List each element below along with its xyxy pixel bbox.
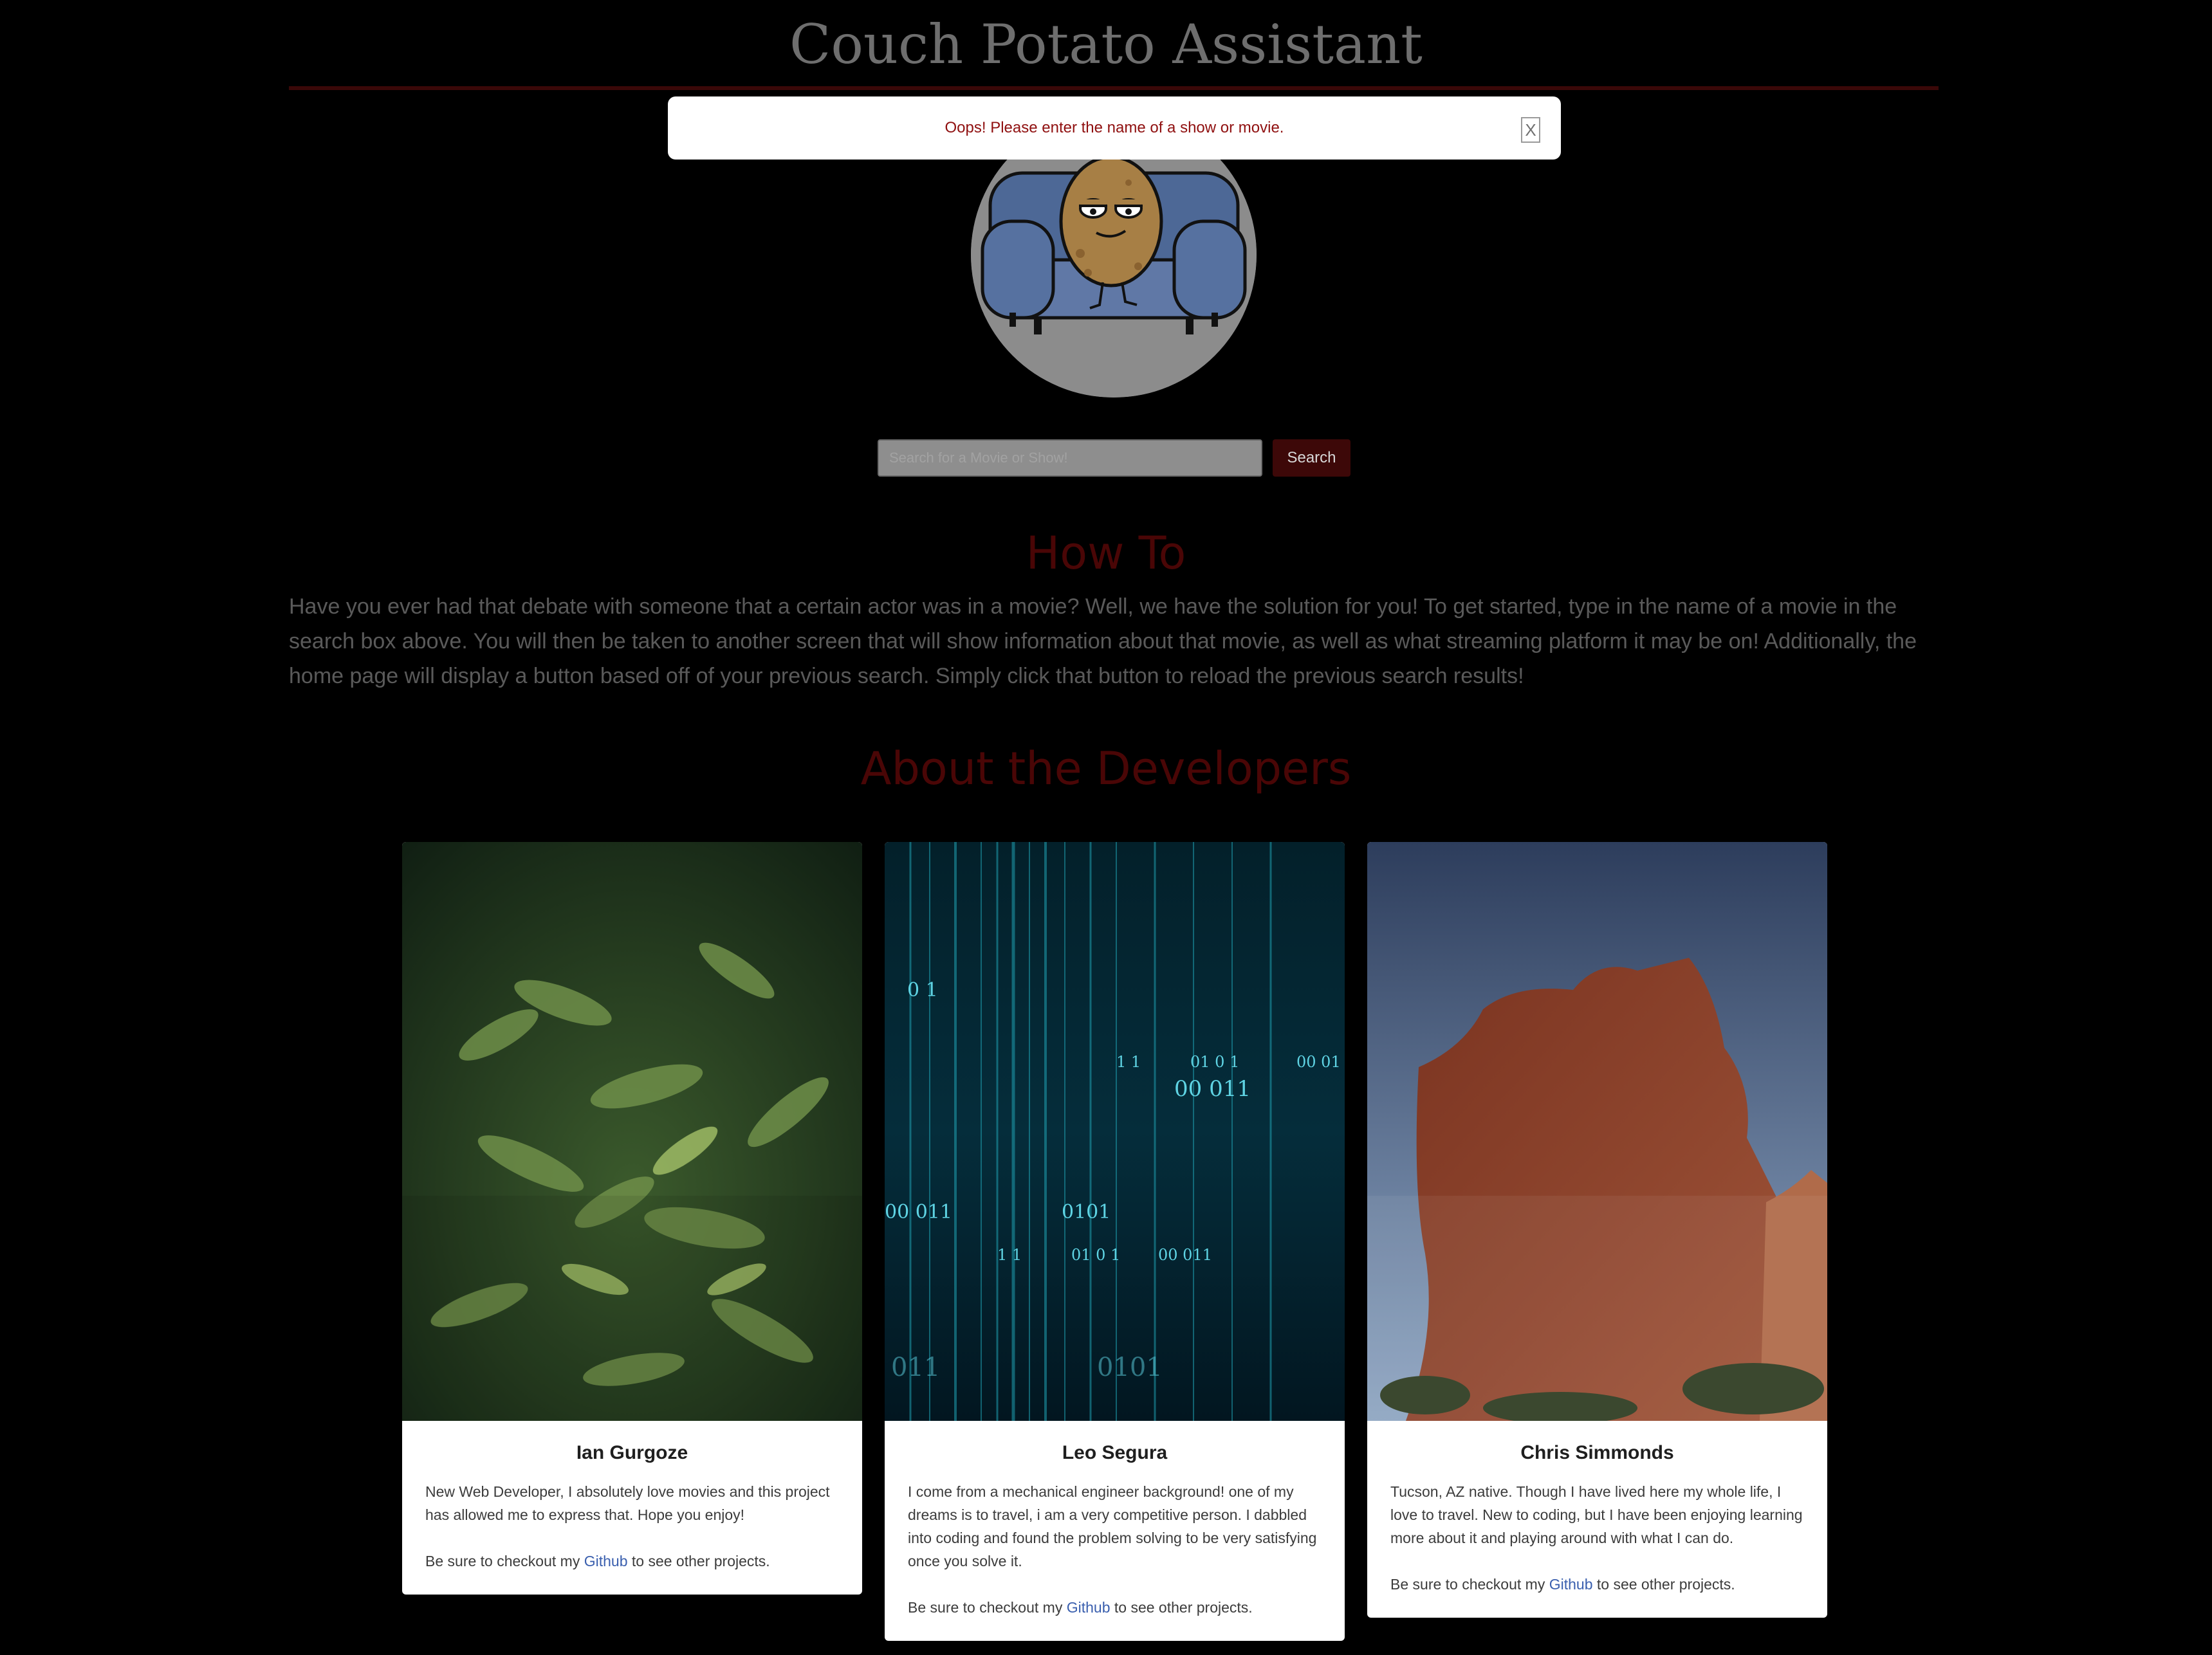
svg-text:0101: 0101 xyxy=(1097,1353,1163,1382)
binary-code-photo: 0 1 1 1 01 0 1 00 01 00 011 00 011 0101 … xyxy=(885,842,1345,1421)
github-link[interactable]: Github xyxy=(1549,1576,1593,1593)
svg-text:00 01: 00 01 xyxy=(1296,1053,1341,1071)
svg-text:1 1: 1 1 xyxy=(997,1246,1022,1264)
developer-bio: New Web Developer, I absolutely love mov… xyxy=(425,1483,830,1523)
github-line: Be sure to checkout my Github to see oth… xyxy=(1390,1576,1735,1593)
red-rock-photo xyxy=(1367,842,1827,1421)
svg-text:00 011: 00 011 xyxy=(1158,1246,1212,1264)
developer-name: Chris Simmonds xyxy=(1520,1442,1674,1463)
github-line: Be sure to checkout my Github to see oth… xyxy=(908,1599,1253,1616)
fern-photo xyxy=(402,842,862,1421)
developer-name: Ian Gurgoze xyxy=(576,1442,688,1463)
app-title: Couch Potato Assistant xyxy=(789,13,1423,76)
github-link[interactable]: Github xyxy=(584,1553,628,1569)
github-line: Be sure to checkout my Github to see oth… xyxy=(425,1553,770,1569)
developer-card-chris: Chris Simmonds Tucson, AZ native. Though… xyxy=(1367,842,1827,1618)
svg-text:00 011: 00 011 xyxy=(1174,1076,1251,1102)
about-developers-heading: About the Developers xyxy=(860,742,1352,795)
developer-card-leo: 0 1 1 1 01 0 1 00 01 00 011 00 011 0101 … xyxy=(885,842,1345,1641)
how-to-text: Have you ever had that debate with someo… xyxy=(289,594,1917,688)
developer-bio: I come from a mechanical engineer backgr… xyxy=(908,1483,1317,1569)
alert-close-button[interactable]: X xyxy=(1521,117,1540,143)
svg-text:0 1: 0 1 xyxy=(907,979,938,1001)
svg-text:1 1: 1 1 xyxy=(1116,1053,1141,1071)
error-alert: Oops! Please enter the name of a show or… xyxy=(668,96,1561,160)
svg-text:00 011: 00 011 xyxy=(885,1201,952,1223)
svg-text:011: 011 xyxy=(891,1353,940,1382)
svg-text:01 0 1: 01 0 1 xyxy=(1190,1053,1239,1071)
title-divider xyxy=(289,86,1939,90)
search-button[interactable]: Search xyxy=(1273,439,1350,477)
search-input[interactable] xyxy=(878,439,1262,477)
alert-message: Oops! Please enter the name of a show or… xyxy=(945,119,1284,136)
svg-text:0101: 0101 xyxy=(1062,1201,1111,1223)
how-to-heading: How To xyxy=(1026,527,1186,580)
svg-text:01 0 1: 01 0 1 xyxy=(1071,1246,1120,1264)
developer-card-ian: Ian Gurgoze New Web Developer, I absolut… xyxy=(402,842,862,1595)
github-link[interactable]: Github xyxy=(1067,1599,1111,1616)
developer-bio: Tucson, AZ native. Though I have lived h… xyxy=(1390,1483,1803,1546)
developer-name: Leo Segura xyxy=(1062,1442,1168,1463)
